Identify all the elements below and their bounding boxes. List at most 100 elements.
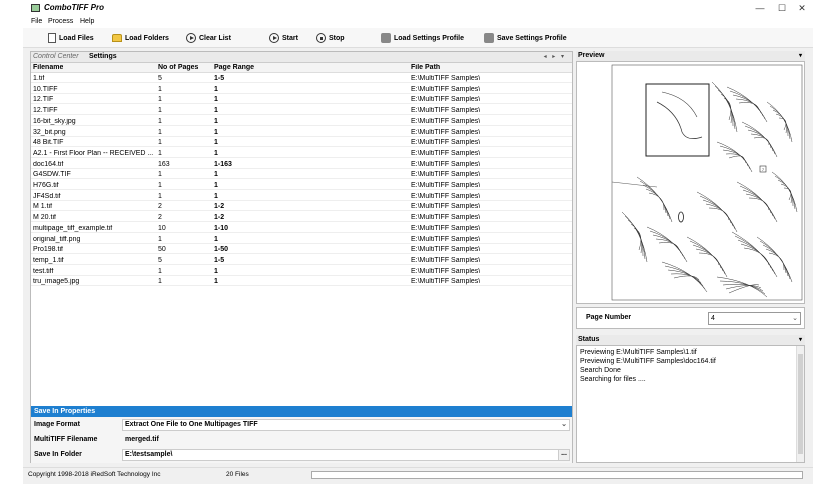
load-settings-profile-button[interactable]: Load Settings Profile <box>381 32 464 44</box>
folder-field[interactable]: E:\testsample\ ... <box>122 449 570 461</box>
pages-cell: 1 <box>158 96 162 104</box>
table-row[interactable]: JF4Sd.tif 1 1 E:\MultiTIFF Samples\ <box>31 192 572 201</box>
load-files-button[interactable]: Load Files <box>48 32 94 44</box>
col-filename[interactable]: Filename <box>33 64 63 71</box>
path-cell: E:\MultiTIFF Samples\ <box>411 203 481 211</box>
range-cell: 1-2 <box>214 214 225 222</box>
save-props-title: Save In Properties <box>31 406 572 417</box>
table-row[interactable]: 1.tif 5 1-5 E:\MultiTIFF Samples\ <box>31 74 572 83</box>
table-row[interactable]: multipage_tiff_example.tif 10 1-10 E:\Multi… <box>31 224 572 233</box>
table-row[interactable]: G4SDW.TIF 1 1 E:\MultiTIFF Samples\ <box>31 170 572 180</box>
stop-button[interactable]: Stop <box>316 32 345 44</box>
pages-cell: 2 <box>158 203 162 211</box>
path-cell: E:\MultiTIFF Samples\ <box>411 128 481 136</box>
pages-cell: 1 <box>158 182 162 189</box>
tab-nav-arrows-icon[interactable]: ◂ ▸ ▾ <box>544 53 566 60</box>
table-row[interactable]: temp_1.tif 5 1-5 E:\MultiTIFF Samples\ <box>31 256 572 265</box>
dropdown-arrow-icon[interactable]: ⌄ <box>561 420 567 430</box>
path-cell: E:\MultiTIFF Samples\ <box>411 160 481 168</box>
maximize-button[interactable]: ☐ <box>773 2 791 14</box>
table-row[interactable]: Pro198.tif 50 1-50 E:\MultiTIFF Samples\ <box>31 245 572 255</box>
menu-process[interactable]: Process <box>48 18 73 25</box>
range-cell: 1 <box>214 235 218 243</box>
clear-icon <box>186 33 196 43</box>
range-cell: 1 <box>214 107 218 115</box>
table-row[interactable]: H76G.tif 1 1 E:\MultiTIFF Samples\ <box>31 181 572 190</box>
filename-field[interactable]: merged.tif <box>122 434 570 446</box>
range-cell: 1 <box>214 192 218 200</box>
start-button[interactable]: Start <box>269 32 298 44</box>
document-icon <box>48 33 56 43</box>
filename-cell: 12.TIFF <box>33 107 58 115</box>
path-cell: E:\MultiTIFF Samples\ <box>411 171 481 179</box>
range-cell: 1 <box>214 182 218 189</box>
pages-cell: 5 <box>158 75 162 82</box>
folder-value: E:\testsample\ <box>125 451 173 458</box>
page-number-value: 4 <box>711 315 715 322</box>
image-format-select[interactable]: Extract One File to One Multipages TIFF … <box>122 419 570 431</box>
table-row[interactable]: M 20.tif 2 1-2 E:\MultiTIFF Samples\ <box>31 213 572 223</box>
filename-value: merged.tif <box>125 436 159 443</box>
status-panel-menu-icon[interactable]: ▾ <box>799 335 802 345</box>
filename-cell: temp_1.tif <box>33 256 64 264</box>
table-row[interactable]: doc164.tif 163 1-163 E:\MultiTIFF Samples\ <box>31 160 572 169</box>
folder-label: Save In Folder <box>34 451 82 458</box>
close-button[interactable]: ✕ <box>793 2 811 14</box>
page-number-select[interactable]: 4 ⌄ <box>708 312 801 325</box>
status-line: Previewing E:\MultiTIFF Samples\1.tif <box>580 349 697 356</box>
table-row[interactable]: 16-bit_sky.jpg 1 1 E:\MultiTIFF Samples\ <box>31 117 572 126</box>
status-header: Status ▾ <box>576 335 805 345</box>
load-folders-button[interactable]: Load Folders <box>112 32 169 44</box>
table-row[interactable]: 32_bit.png 1 1 E:\MultiTIFF Samples\ <box>31 128 572 137</box>
table-row[interactable]: A2.1 - First Floor Plan -- RECEIVED ... 1… <box>31 149 572 158</box>
table-row[interactable]: tru_image5.jpg 1 1 E:\MultiTIFF Samples\ <box>31 277 572 287</box>
pages-cell: 5 <box>158 256 162 264</box>
path-cell: E:\MultiTIFF Samples\ <box>411 149 481 157</box>
table-row[interactable]: 48 Bit.TIF 1 1 E:\MultiTIFF Samples\ <box>31 138 572 148</box>
browse-button[interactable]: ... <box>558 450 569 460</box>
path-cell: E:\MultiTIFF Samples\ <box>411 235 481 243</box>
file-grid: Filename No of Pages Page Range File Pat… <box>31 63 572 398</box>
pages-cell: 1 <box>158 267 162 275</box>
vertical-scrollbar[interactable] <box>796 346 804 462</box>
menu-help[interactable]: Help <box>80 18 94 25</box>
load-profile-label: Load Settings Profile <box>394 34 465 42</box>
range-cell: 1 <box>214 96 218 104</box>
panel-menu-icon[interactable]: ▾ <box>799 51 802 61</box>
filename-cell: Pro198.tif <box>33 246 63 254</box>
load-files-label: Load Files <box>59 34 94 42</box>
range-cell: 1 <box>214 267 218 275</box>
menu-file[interactable]: File <box>31 18 42 25</box>
pages-cell: 1 <box>158 192 162 200</box>
pages-cell: 1 <box>158 117 162 125</box>
app-icon <box>31 4 40 12</box>
minimize-button[interactable]: — <box>751 2 769 14</box>
table-row[interactable]: test.tiff 1 1 E:\MultiTIFF Samples\ <box>31 267 572 276</box>
tab-control-center[interactable]: Control Center <box>33 53 79 60</box>
table-row[interactable]: 12.TIFF 1 1 E:\MultiTIFF Samples\ <box>31 106 572 116</box>
page-number-label: Page Number <box>586 314 632 321</box>
col-path[interactable]: File Path <box>411 64 440 71</box>
col-pages[interactable]: No of Pages <box>158 64 198 71</box>
col-range[interactable]: Page Range <box>214 64 254 71</box>
app-window: ComboTIFF Pro — ☐ ✕ File Process Help Lo… <box>23 0 813 484</box>
clear-list-button[interactable]: Clear List <box>186 32 231 44</box>
tab-settings[interactable]: Settings <box>89 53 117 60</box>
scrollbar-thumb[interactable] <box>798 354 803 454</box>
table-row[interactable]: M 1.tif 2 1-2 E:\MultiTIFF Samples\ <box>31 202 572 212</box>
filename-cell: JF4Sd.tif <box>33 192 61 200</box>
range-cell: 1-5 <box>214 75 225 82</box>
pages-cell: 1 <box>158 149 162 157</box>
table-row[interactable]: 12.TIF 1 1 E:\MultiTIFF Samples\ <box>31 95 572 105</box>
save-settings-profile-button[interactable]: Save Settings Profile <box>484 32 567 44</box>
table-row[interactable]: original_tiff.png 1 1 E:\MultiTIFF Samples\ <box>31 235 572 244</box>
load-folders-label: Load Folders <box>125 34 169 42</box>
chevron-down-icon[interactable]: ⌄ <box>792 313 798 324</box>
tab-strip: Control Center Settings ◂ ▸ ▾ <box>31 52 572 63</box>
range-cell: 1-2 <box>214 203 225 211</box>
pages-cell: 1 <box>158 107 162 115</box>
table-row[interactable]: 10.TIFF 1 1 E:\MultiTIFF Samples\ <box>31 85 572 94</box>
path-cell: E:\MultiTIFF Samples\ <box>411 107 481 115</box>
window-title: ComboTIFF Pro <box>44 3 104 12</box>
filename-cell: multipage_tiff_example.tif <box>33 224 113 232</box>
